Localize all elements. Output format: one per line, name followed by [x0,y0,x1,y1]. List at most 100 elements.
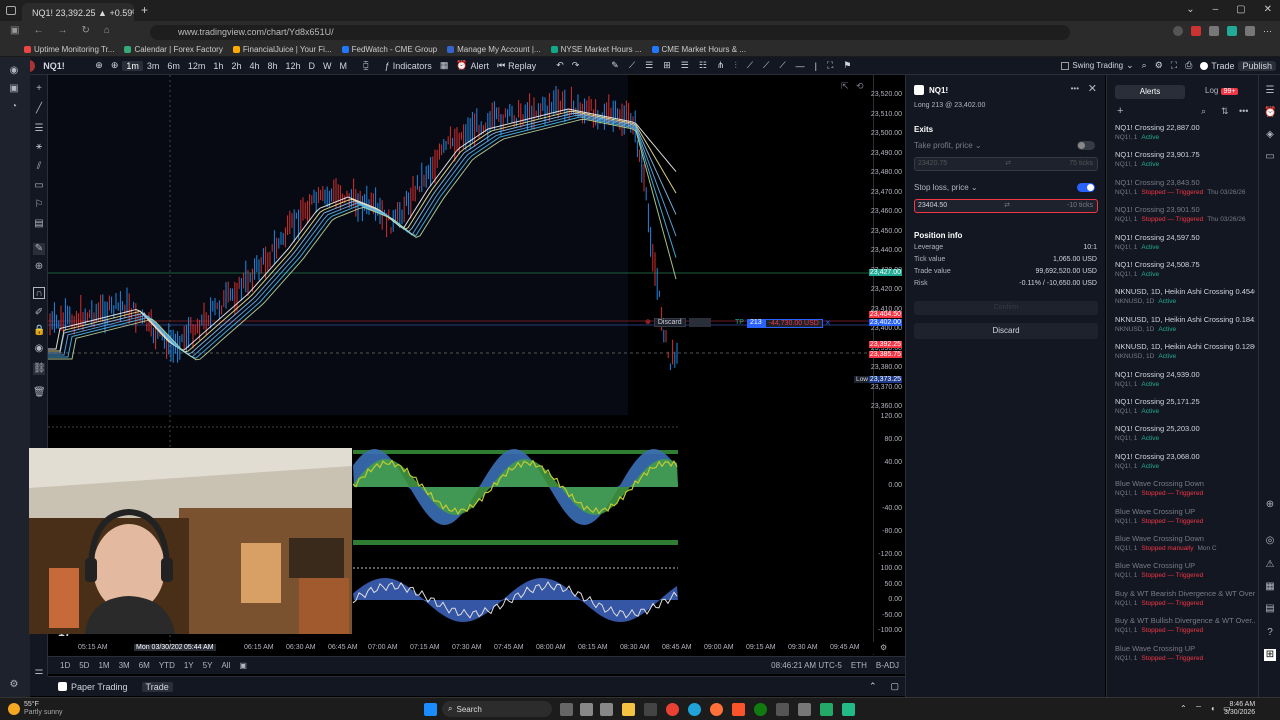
axis-settings-icon[interactable]: ⚙ [880,643,887,652]
tab-search-icon[interactable]: ⌄ [1186,4,1194,15]
clock-readout[interactable]: 08:46:21 AM UTC-5 [771,661,842,670]
range-all[interactable]: All [221,661,230,670]
weather-widget[interactable]: 55°F Partly sunny [8,701,63,717]
range-ytd[interactable]: YTD [159,661,175,670]
time-axis[interactable]: 05:15 AM Mon 03/30/2026 05:44 AM 06:15 AM 06… [48,642,905,654]
position-close-icon[interactable]: ✕ [823,319,833,328]
ideas-icon[interactable]: ⊕ [1264,499,1276,511]
sidebar-icon[interactable]: ◉ [8,65,20,77]
confirm-button[interactable]: Confirm [914,301,1098,315]
alert-item[interactable]: NQ1! Crossing 23,843.50 NQ1!, 1 Stopped — … [1115,178,1255,204]
bookmark-item[interactable]: FedWatch - CME Group [341,45,437,54]
edge-icon[interactable] [688,703,701,716]
url-field[interactable]: www.tradingview.com/chart/Yd8x651U/ [150,25,1070,40]
crosshair-icon[interactable]: + [33,83,45,95]
explorer-icon[interactable] [600,703,613,716]
alert-item[interactable]: NQ1! Crossing 25,203.00 NQ1!, 1 Active [1115,424,1255,450]
extension-icon[interactable] [1245,26,1255,36]
alert-item[interactable]: NQ1! Crossing 23,068.00 NQ1!, 1 Active [1115,452,1255,478]
brush-icon[interactable]: ✎ [611,60,619,71]
task-view-icon[interactable] [560,703,573,716]
xbox-icon[interactable] [754,703,767,716]
magnet-icon[interactable]: ∩ [33,287,45,299]
lock-icon[interactable]: 🔒 [33,325,45,337]
menu-icon[interactable]: ⋯ [1263,26,1272,37]
search-icon[interactable]: ⌕ [1138,60,1151,71]
redo-icon[interactable]: ↷ [568,60,584,71]
more-options-icon[interactable]: ••• [1071,84,1079,93]
chat-icon[interactable]: ▭ [1264,151,1276,163]
chrome-icon[interactable] [666,703,679,716]
list-icon[interactable]: ☷ [699,60,707,71]
interval-12m[interactable]: 12m [184,61,210,71]
interval-d[interactable]: D [305,61,320,71]
settings-icon[interactable]: ⚙ [8,679,20,691]
browser-sidebar-icon[interactable] [6,6,16,15]
confirm-order-button[interactable] [688,318,711,327]
date-range-icon[interactable]: ▣ [239,661,247,670]
extension-icon[interactable] [1173,26,1183,36]
take-profit-input[interactable]: 23420.75 ⇄ 75 ticks [914,157,1098,171]
extension-icon[interactable] [1209,26,1219,36]
range-1d[interactable]: 1D [60,661,70,670]
chart-settings-icon[interactable]: ⇱ [841,81,849,92]
watchlist-icon[interactable]: ☰ [1264,85,1276,97]
app-icon[interactable] [842,703,855,716]
sidebar-icon[interactable]: ◔ [8,101,20,113]
interval-1m[interactable]: 1m [122,60,143,71]
interval-3m[interactable]: 3m [143,61,164,71]
chart-refresh-icon[interactable]: ⟲ [856,81,864,92]
trade-button[interactable]: Trade [1196,61,1238,71]
interval-12h[interactable]: 12h [281,61,304,71]
alert-item[interactable]: Buy & WT Bullish Divergence & WT Over...… [1115,616,1255,642]
pattern-icon[interactable]: ⚹ [33,141,45,153]
order-close-icon[interactable]: ⊗ [645,318,651,327]
templates-icon[interactable]: ▦ [436,60,453,71]
alerts-tab[interactable]: Alerts [1115,85,1185,99]
interval-1h[interactable]: 1h [209,61,227,71]
log-tab[interactable]: Log 99+ [1205,86,1239,95]
bookmark-item[interactable]: Uptime Monitoring Tr... [24,45,114,54]
maximize-panel-icon[interactable]: ▢ [890,681,899,692]
app-icon[interactable] [798,703,811,716]
target-icon[interactable]: ◎ [1264,535,1276,547]
fib-icon[interactable]: ☰ [33,123,45,135]
undo-icon[interactable]: ↶ [552,60,568,71]
link-icon[interactable]: ⛓ [33,363,46,375]
alert-button[interactable]: ⏰ Alert [452,60,493,71]
discard-button[interactable]: Discard [914,323,1098,339]
range-5d[interactable]: 5D [79,661,89,670]
stop-loss-input[interactable]: 23404.50 ⇄ -10 ticks [914,199,1098,213]
app-icon[interactable] [644,703,657,716]
trash-icon[interactable]: 🗑 [33,387,46,399]
tab-actions-icon[interactable]: ▣ [10,25,19,36]
alert-item[interactable]: NKNUSD, 1D, Heikin Ashi Crossing 0.1280 N… [1115,342,1255,368]
bar-style-icon[interactable]: ⧮ [359,60,373,71]
rectangle-icon[interactable]: ▭ [33,180,45,192]
range-5y[interactable]: 5Y [203,661,213,670]
alert-item[interactable]: NKNUSD, 1D, Heikin Ashi Crossing 0.4546 N… [1115,287,1255,313]
brush-icon[interactable]: ✎ [33,243,45,255]
fullscreen-icon[interactable]: ⛶ [1167,60,1181,71]
alert-item[interactable]: NQ1! Crossing 22,887.00 NQ1!, 1 Active [1115,123,1255,149]
ruler-icon[interactable]: ⟋ [747,60,753,71]
alert-item[interactable]: NKNUSD, 1D, Heikin Ashi Crossing 0.1842 N… [1115,315,1255,341]
close-window-icon[interactable]: ✕ [1264,4,1272,15]
alert-item[interactable]: Buy & WT Bearish Divergence & WT Over...… [1115,589,1255,615]
adjust-toggle[interactable]: B-ADJ [876,661,899,670]
discard-order-button[interactable]: Discard [653,318,686,327]
swap-icon[interactable]: ⇄ [1004,200,1010,212]
alert-item[interactable]: Blue Wave Crossing UP NQ1!, 1 Stopped — Tr… [1115,644,1255,670]
pencil-icon[interactable]: ✐ [33,307,45,319]
trade-tab[interactable]: Trade [141,681,173,692]
grid-menu-icon[interactable]: ⊞ [1264,649,1276,661]
flag-icon[interactable]: ⚑ [843,60,851,71]
settings-icon[interactable]: ⚙ [1151,60,1167,71]
alert-item[interactable]: NQ1! Crossing 23,901.75 NQ1!, 1 Active [1115,150,1255,176]
signal-icon[interactable]: ⚠ [1264,559,1276,571]
take-profit-label[interactable]: Take profit, price ⌄ [914,141,982,150]
range-3m[interactable]: 3M [119,661,130,670]
camera-icon[interactable]: ⎙ [1181,60,1196,71]
session-toggle[interactable]: ETH [851,661,867,670]
take-profit-toggle[interactable] [1077,141,1095,150]
